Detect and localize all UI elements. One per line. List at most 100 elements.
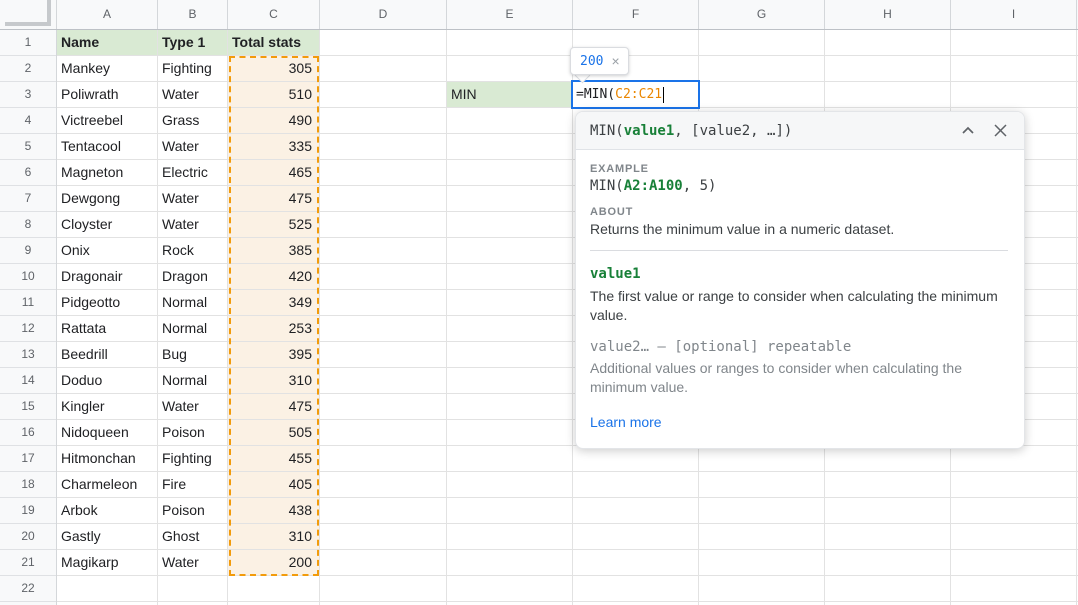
column-header[interactable]: C — [228, 0, 320, 29]
row-header[interactable]: 17 — [0, 446, 56, 472]
cell-type[interactable]: Normal — [158, 316, 228, 342]
cell-type[interactable]: Grass — [158, 108, 228, 134]
cell-total[interactable]: 525 — [228, 212, 320, 238]
cell-type[interactable]: Electric — [158, 160, 228, 186]
cell-type[interactable]: Dragon — [158, 264, 228, 290]
cell-name[interactable]: Pidgeotto — [57, 290, 158, 316]
cell-name[interactable]: Dragonair — [57, 264, 158, 290]
formula-edit-cell[interactable]: =MIN(C2:C21 — [571, 80, 700, 109]
cell-total[interactable]: 420 — [228, 264, 320, 290]
cell-A1-name-header[interactable]: Name — [57, 30, 158, 56]
cell-B1-type-header[interactable]: Type 1 — [158, 30, 228, 56]
cell-name[interactable]: Kingler — [57, 394, 158, 420]
cell-total[interactable]: 385 — [228, 238, 320, 264]
learn-more-link[interactable]: Learn more — [590, 414, 662, 430]
cell-type[interactable]: Water — [158, 550, 228, 576]
cell-E3-min-label[interactable]: MIN — [447, 82, 573, 108]
row-header[interactable]: 2 — [0, 56, 56, 82]
row-header[interactable]: 14 — [0, 368, 56, 394]
cell-name[interactable]: Dewgong — [57, 186, 158, 212]
cell-type[interactable]: Water — [158, 394, 228, 420]
row-header[interactable]: 16 — [0, 420, 56, 446]
cell-type[interactable]: Fire — [158, 472, 228, 498]
row-header[interactable]: 3 — [0, 82, 56, 108]
row-header[interactable]: 8 — [0, 212, 56, 238]
cell-name[interactable]: Victreebel — [57, 108, 158, 134]
column-header[interactable]: H — [825, 0, 951, 29]
cell-type[interactable]: Water — [158, 82, 228, 108]
cell-name[interactable]: Tentacool — [57, 134, 158, 160]
cell-total[interactable]: 305 — [228, 56, 320, 82]
cell-total[interactable]: 490 — [228, 108, 320, 134]
cell-name[interactable]: Hitmonchan — [57, 446, 158, 472]
cell-type[interactable]: Bug — [158, 342, 228, 368]
cell-total[interactable]: 455 — [228, 446, 320, 472]
cell-type[interactable]: Normal — [158, 368, 228, 394]
cell-name[interactable]: Mankey — [57, 56, 158, 82]
cell-type[interactable]: Rock — [158, 238, 228, 264]
close-icon[interactable] — [993, 123, 1008, 138]
cell-name[interactable]: Arbok — [57, 498, 158, 524]
cell-name[interactable]: Rattata — [57, 316, 158, 342]
cell-type[interactable]: Fighting — [158, 446, 228, 472]
row-header[interactable]: 18 — [0, 472, 56, 498]
cell-type[interactable]: Normal — [158, 290, 228, 316]
cell-C1-total-header[interactable]: Total stats — [228, 30, 320, 56]
row-header[interactable]: 6 — [0, 160, 56, 186]
row-header[interactable]: 12 — [0, 316, 56, 342]
row-header[interactable]: 21 — [0, 550, 56, 576]
cell-name[interactable]: Cloyster — [57, 212, 158, 238]
cell-type[interactable]: Water — [158, 212, 228, 238]
cell-total[interactable]: 438 — [228, 498, 320, 524]
cell-name[interactable]: Charmeleon — [57, 472, 158, 498]
cell-total[interactable]: 510 — [228, 82, 320, 108]
column-header[interactable]: G — [699, 0, 825, 29]
cell-total[interactable]: 465 — [228, 160, 320, 186]
column-header[interactable]: E — [447, 0, 573, 29]
row-header[interactable]: 7 — [0, 186, 56, 212]
cell-total[interactable]: 349 — [228, 290, 320, 316]
cell-name[interactable]: Magikarp — [57, 550, 158, 576]
cell-total[interactable]: 253 — [228, 316, 320, 342]
cell-name[interactable]: Poliwrath — [57, 82, 158, 108]
cell-total[interactable]: 200 — [228, 550, 320, 576]
close-icon[interactable]: × — [611, 54, 619, 68]
cell-total[interactable]: 475 — [228, 186, 320, 212]
cell-total[interactable]: 475 — [228, 394, 320, 420]
cell-total[interactable]: 335 — [228, 134, 320, 160]
row-header[interactable]: 15 — [0, 394, 56, 420]
column-header[interactable]: A — [57, 0, 158, 29]
cell-type[interactable]: Poison — [158, 420, 228, 446]
cell-total[interactable]: 310 — [228, 368, 320, 394]
row-header[interactable]: 5 — [0, 134, 56, 160]
cell-type[interactable]: Water — [158, 134, 228, 160]
cell-name[interactable]: Nidoqueen — [57, 420, 158, 446]
column-header[interactable]: I — [951, 0, 1077, 29]
row-header[interactable]: 1 — [0, 30, 56, 56]
row-header[interactable]: 9 — [0, 238, 56, 264]
cell-name[interactable]: Onix — [57, 238, 158, 264]
cell-total[interactable]: 405 — [228, 472, 320, 498]
cell-name[interactable]: Beedrill — [57, 342, 158, 368]
cell-name[interactable]: Doduo — [57, 368, 158, 394]
select-all-corner[interactable] — [0, 0, 57, 29]
cell-type[interactable]: Poison — [158, 498, 228, 524]
cell-total[interactable]: 395 — [228, 342, 320, 368]
row-header[interactable]: 10 — [0, 264, 56, 290]
cell-total[interactable]: 310 — [228, 524, 320, 550]
cell-name[interactable]: Gastly — [57, 524, 158, 550]
row-header[interactable]: 4 — [0, 108, 56, 134]
column-header[interactable]: D — [320, 0, 447, 29]
cell-type[interactable]: Fighting — [158, 56, 228, 82]
row-header[interactable]: 22 — [0, 576, 56, 602]
cell-total[interactable]: 505 — [228, 420, 320, 446]
cell-type[interactable]: Water — [158, 186, 228, 212]
row-header[interactable]: 11 — [0, 290, 56, 316]
row-header[interactable]: 20 — [0, 524, 56, 550]
column-header[interactable]: F — [573, 0, 699, 29]
cell-name[interactable]: Magneton — [57, 160, 158, 186]
chevron-up-icon[interactable] — [961, 126, 975, 135]
row-header[interactable]: 19 — [0, 498, 56, 524]
column-header[interactable]: B — [158, 0, 228, 29]
cell-type[interactable]: Ghost — [158, 524, 228, 550]
